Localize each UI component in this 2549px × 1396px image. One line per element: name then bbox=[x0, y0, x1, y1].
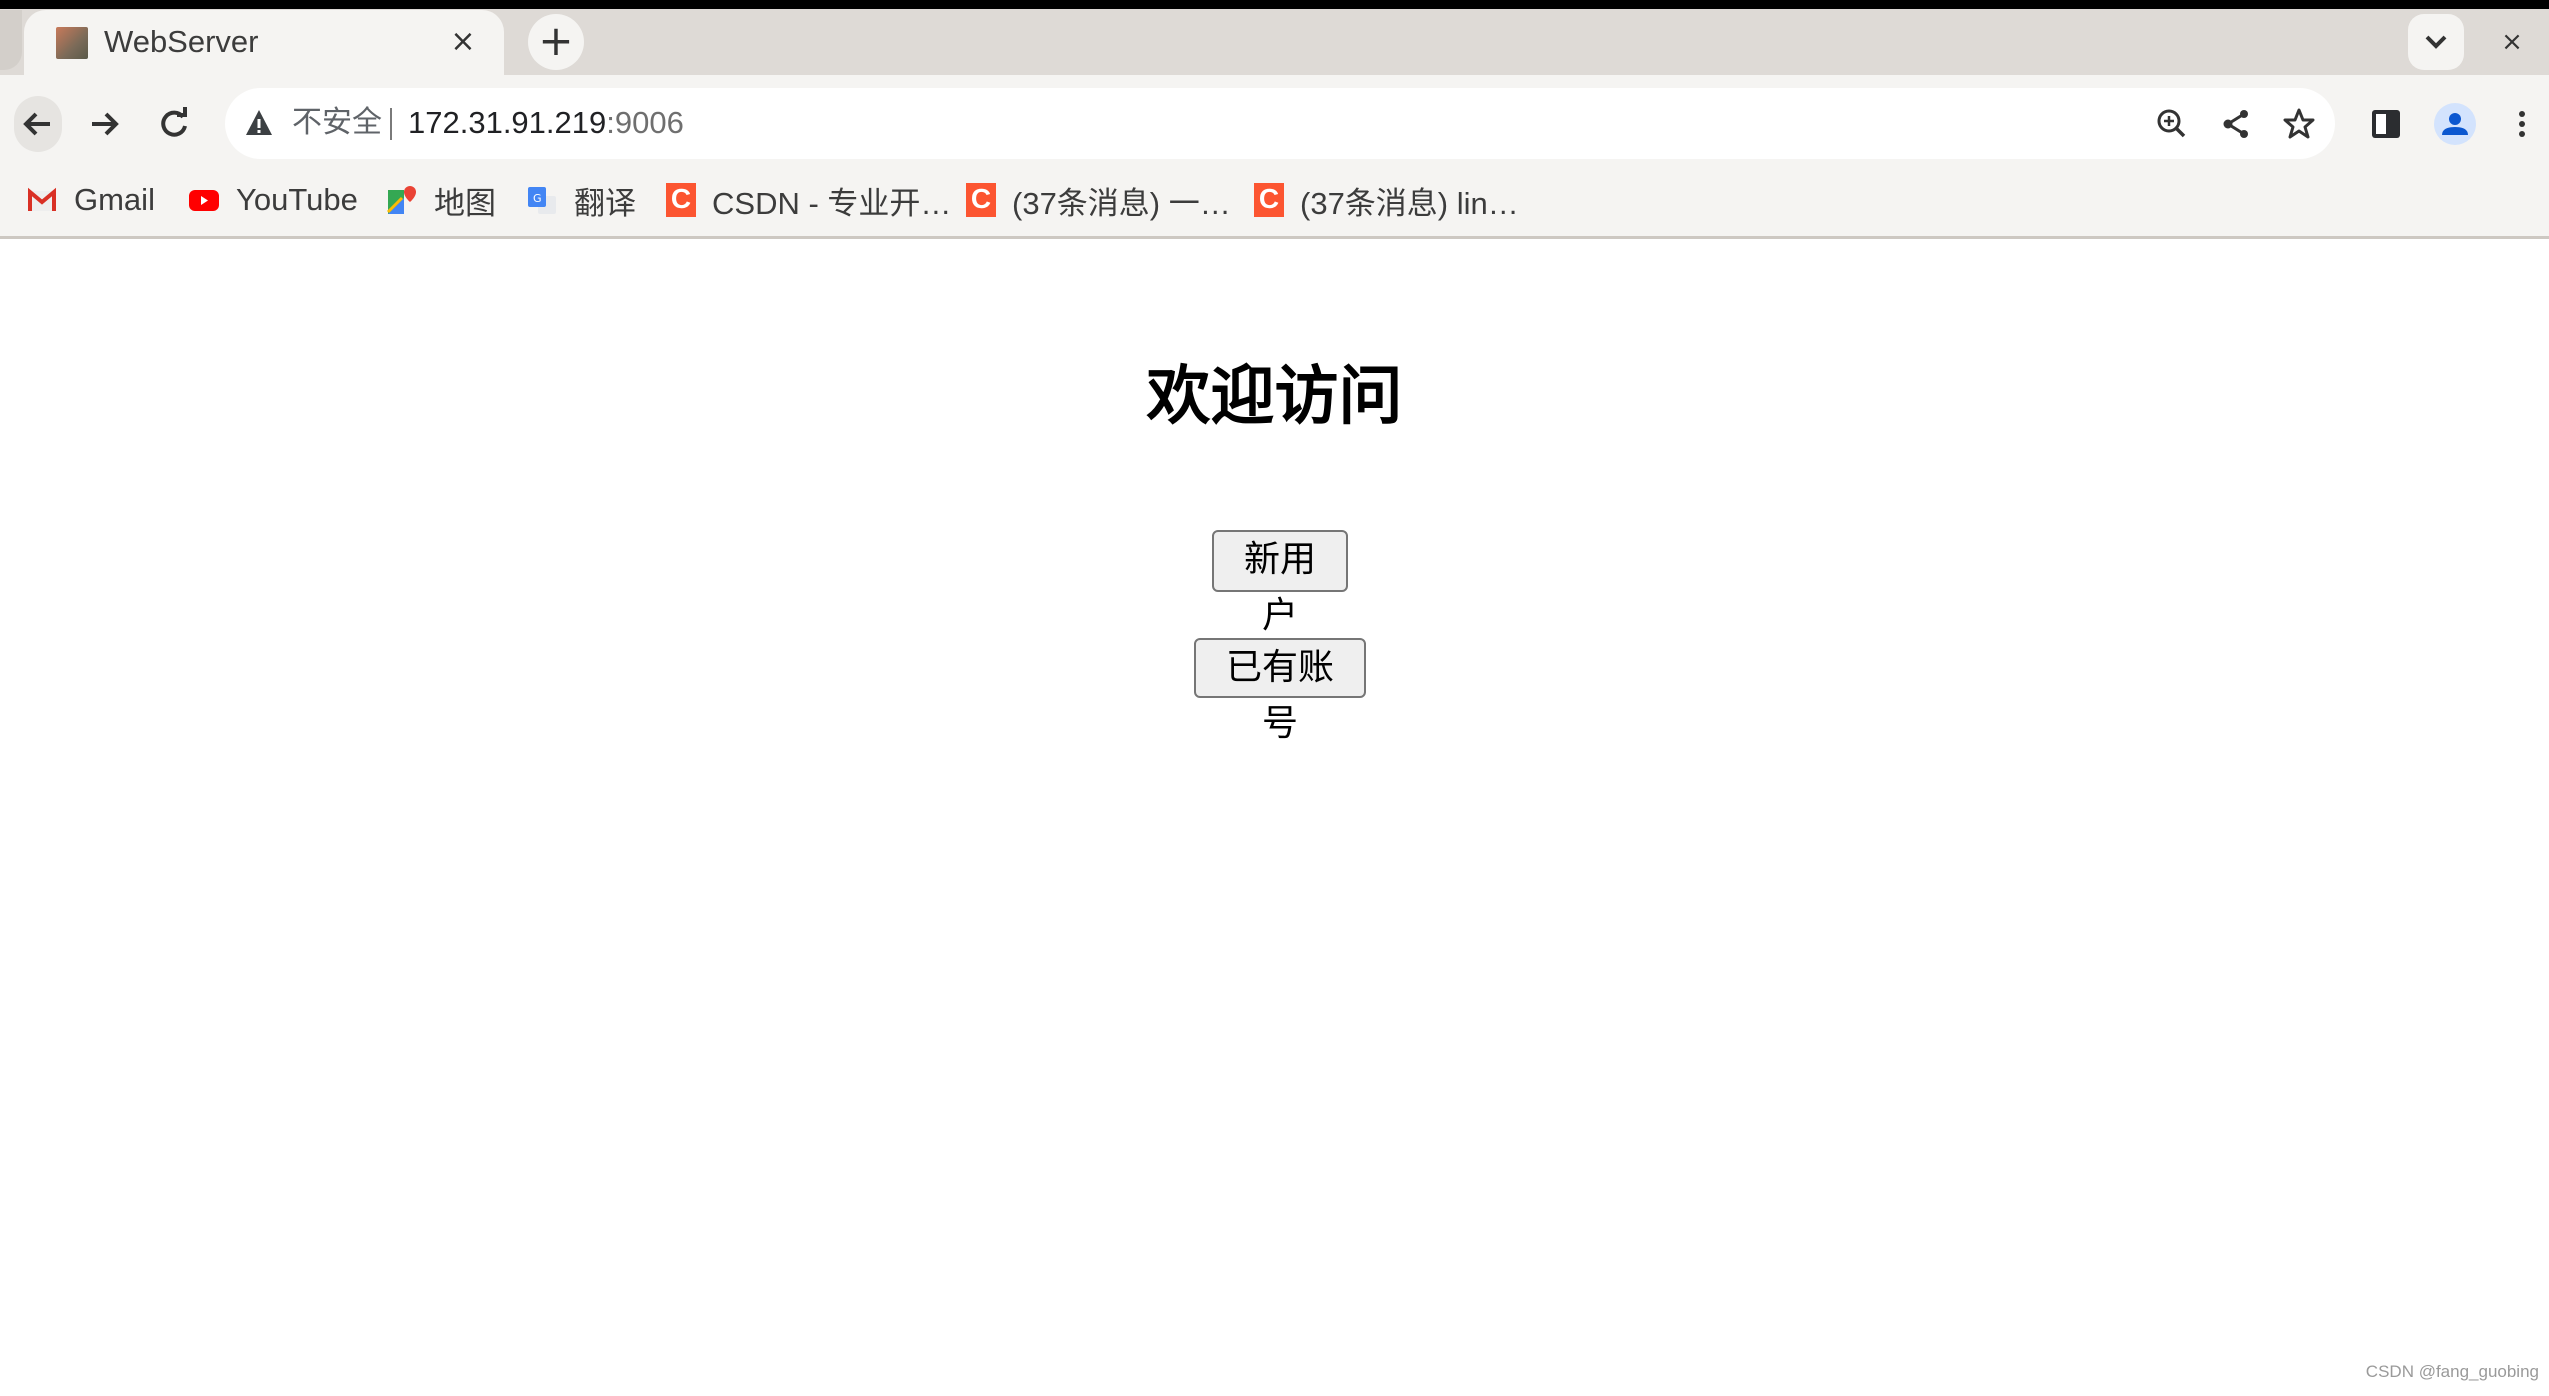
watermark: CSDN @fang_guobing bbox=[2365, 1362, 2539, 1381]
gmail-icon bbox=[26, 184, 58, 216]
youtube-icon bbox=[188, 184, 220, 216]
bookmark-translate[interactable]: G 翻译 bbox=[526, 178, 636, 222]
profile-button[interactable] bbox=[2434, 103, 2476, 145]
tab-strip-edge bbox=[0, 10, 22, 70]
warning-icon[interactable] bbox=[244, 106, 274, 140]
security-status-label[interactable]: 不安全 bbox=[292, 101, 382, 145]
url-port: :9006 bbox=[606, 105, 684, 140]
bookmark-label: Gmail bbox=[74, 182, 155, 217]
arrow-left-icon bbox=[23, 112, 50, 136]
existing-account-button[interactable]: 已有账号 bbox=[1194, 638, 1366, 744]
csdn-icon: C bbox=[966, 183, 996, 217]
bookmark-youtube[interactable]: YouTube bbox=[188, 178, 358, 222]
new-user-button[interactable]: 新用户 bbox=[1212, 530, 1348, 636]
tab-favicon-icon bbox=[56, 27, 88, 59]
translate-icon: G bbox=[526, 184, 558, 216]
bookmark-csdn-messages-1[interactable]: C (37条消息) 一… bbox=[966, 178, 1231, 222]
side-panel-icon[interactable] bbox=[2366, 104, 2406, 144]
reload-button[interactable] bbox=[150, 96, 198, 152]
bookmark-maps[interactable]: 地图 bbox=[386, 178, 496, 222]
bookmark-label: CSDN - 专业开… bbox=[712, 185, 952, 221]
bookmark-label: (37条消息) lin… bbox=[1300, 185, 1519, 221]
screen-top-edge bbox=[0, 0, 2549, 9]
svg-text:G: G bbox=[533, 192, 542, 205]
url-host: 172.31.91.219 bbox=[408, 105, 607, 140]
back-button[interactable] bbox=[14, 96, 62, 152]
url-text[interactable]: 172.31.91.219:9006 bbox=[408, 101, 684, 145]
bookmark-label: 翻译 bbox=[574, 185, 636, 221]
share-icon[interactable] bbox=[2216, 104, 2256, 144]
bookmark-label: (37条消息) 一… bbox=[1012, 185, 1231, 221]
menu-icon[interactable] bbox=[2502, 104, 2542, 144]
tab-close-icon[interactable]: × bbox=[448, 20, 478, 64]
reload-icon bbox=[161, 107, 187, 137]
chevron-down-icon bbox=[2425, 35, 2447, 49]
maps-icon bbox=[386, 184, 418, 216]
new-tab-button[interactable]: + bbox=[528, 14, 584, 70]
tab-search-button[interactable] bbox=[2408, 14, 2464, 70]
arrow-right-icon bbox=[92, 112, 119, 136]
profile-icon bbox=[2442, 113, 2468, 135]
bookmark-csdn[interactable]: C CSDN - 专业开… bbox=[666, 178, 951, 222]
bookmark-gmail[interactable]: Gmail bbox=[26, 178, 155, 222]
tab-webserver[interactable] bbox=[24, 10, 504, 76]
zoom-icon[interactable] bbox=[2152, 104, 2192, 144]
window-close-button[interactable]: × bbox=[2494, 20, 2530, 64]
omnibox-separator bbox=[390, 108, 392, 140]
csdn-icon: C bbox=[1254, 183, 1284, 217]
csdn-icon: C bbox=[666, 183, 696, 217]
page-heading: 欢迎访问 bbox=[1146, 360, 1403, 434]
bookmark-star-icon[interactable] bbox=[2279, 104, 2319, 144]
forward-button[interactable] bbox=[80, 96, 128, 152]
tab-title: WebServer bbox=[104, 24, 259, 59]
bookmark-label: YouTube bbox=[236, 182, 358, 217]
bookmark-csdn-messages-2[interactable]: C (37条消息) lin… bbox=[1254, 178, 1519, 222]
bookmark-label: 地图 bbox=[434, 185, 496, 221]
